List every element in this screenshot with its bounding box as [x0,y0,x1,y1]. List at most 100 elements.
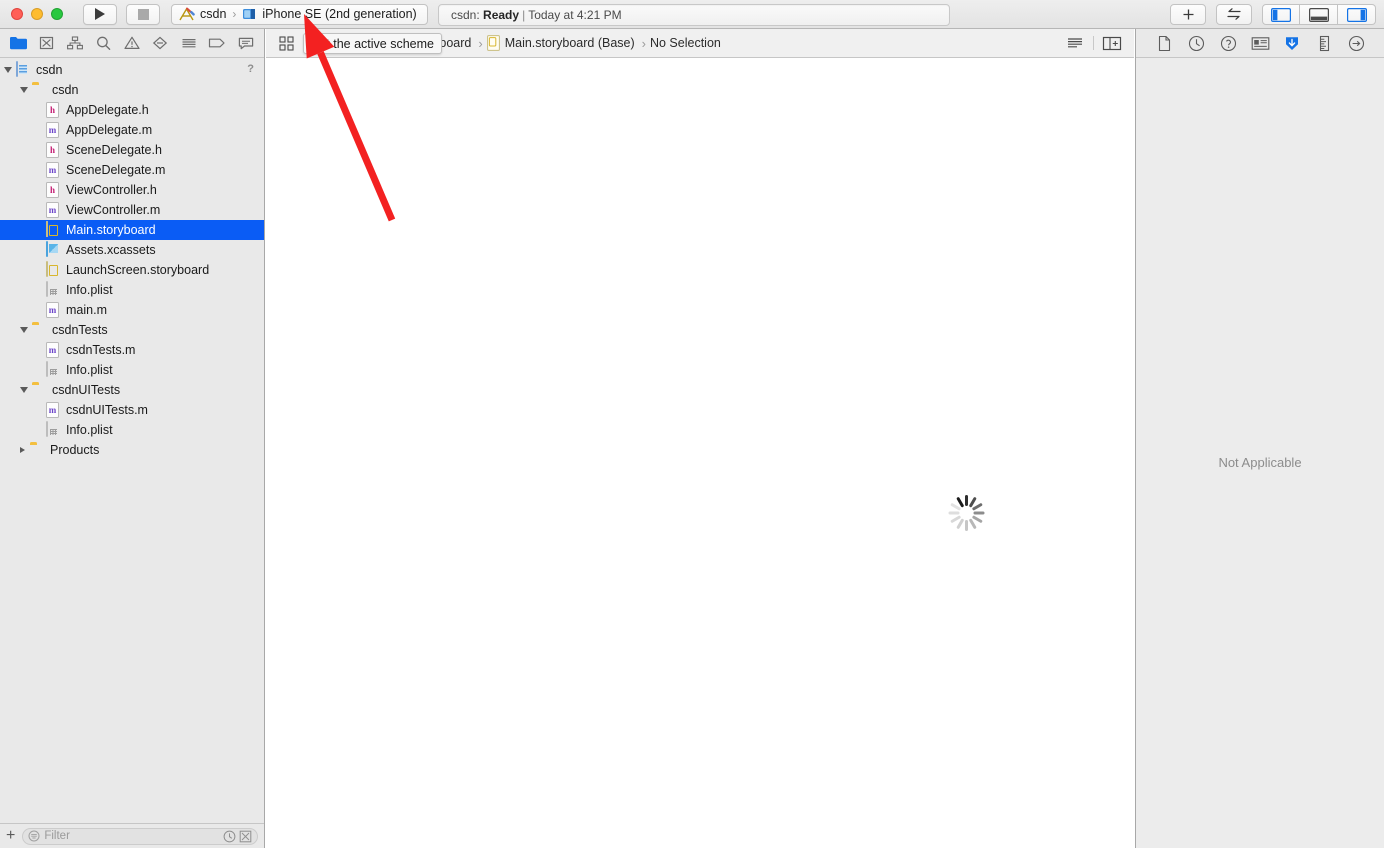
tree-row-label: ViewController.m [66,203,161,217]
run-button[interactable] [83,3,117,25]
disclosure-triangle-closed-icon[interactable] [20,447,25,453]
sidebar-tab-breakpoint-navigator[interactable] [203,31,231,55]
objc-file-icon: m [46,162,61,178]
sidebar-tab-find-navigator[interactable] [89,31,117,55]
tree-row-label: Assets.xcassets [66,243,156,257]
sidebar-tab-symbol-navigator[interactable] [61,31,89,55]
tree-row-label: Info.plist [66,423,113,437]
tree-row-label: csdnUITests.m [66,403,148,417]
storyboard-canvas[interactable] [266,58,1134,848]
tree-row[interactable]: csdn [0,80,264,100]
inspector-tab-quick-help-inspector[interactable] [1185,32,1207,54]
shield-arrow-icon [1286,36,1298,50]
stop-button[interactable] [126,3,160,25]
scheme-selector[interactable]: csdn › iPhone SE (2nd generation) [171,3,428,25]
scheme-destination: iPhone SE (2nd generation) [262,7,417,21]
zoom-button[interactable] [51,8,63,20]
tree-row-label: ViewController.h [66,183,157,197]
inspector-tab-identity-inspector[interactable] [1249,32,1271,54]
disclosure-triangle-open-icon[interactable] [4,67,12,73]
row-badge[interactable]: ? [247,63,254,75]
inspector-panel-icon [1346,7,1367,22]
xcode-window: csdn › iPhone SE (2nd generation) csdn: … [0,0,1384,848]
inspector-tab-file-inspector[interactable] [1153,32,1175,54]
navigator-filter-bar: + Filter [0,823,264,848]
tree-row[interactable]: m SceneDelegate.m [0,160,264,180]
inspector-tab-size-inspector[interactable] [1313,32,1335,54]
tree-row[interactable]: csdnUITests [0,380,264,400]
disclosure-triangle-open-icon[interactable] [20,87,28,93]
disclosure-triangle-open-icon[interactable] [20,327,28,333]
add-file-button[interactable]: + [6,828,15,844]
file-icon [1158,35,1170,51]
tree-row[interactable]: csdn? [0,60,264,80]
tree-row[interactable]: Info.plist [0,420,264,440]
tree-row[interactable]: csdnTests [0,320,264,340]
related-items-button[interactable] [274,35,298,51]
breadcrumb-item[interactable]: No Selection [650,36,721,50]
tree-row[interactable]: m main.m [0,300,264,320]
filter-input[interactable]: Filter [22,827,258,845]
tree-row[interactable]: h AppDelegate.h [0,100,264,120]
tree-row[interactable]: Main.storyboard [0,220,264,240]
storyboard-icon [486,35,500,51]
disclosure-triangle-open-icon[interactable] [20,387,28,393]
tree-row[interactable]: Info.plist [0,280,264,300]
inspector-tab-help-inspector[interactable] [1217,32,1239,54]
toggle-inspector-button[interactable] [1338,4,1376,25]
tree-row[interactable]: m ViewController.m [0,200,264,220]
status-prefix: csdn: [451,8,480,22]
toggle-debug-area-button[interactable] [1300,4,1338,25]
add-editor-button[interactable] [1098,32,1126,54]
tree-row-label: csdn [52,83,79,97]
tree-row-label: csdnUITests [52,383,121,397]
tree-row-label: SceneDelegate.h [66,143,162,157]
scheme-tooltip: Set the active scheme [303,33,442,54]
tree-row[interactable]: m csdnTests.m [0,340,264,360]
inspector-empty-state: Not Applicable [1218,455,1302,470]
inspector-tab-attributes-inspector[interactable] [1281,32,1303,54]
sidebar-tab-source-control-navigator[interactable] [32,31,60,55]
lines-icon [1068,38,1082,48]
tree-row[interactable]: h ViewController.h [0,180,264,200]
tree-row[interactable]: m AppDelegate.m [0,120,264,140]
tree-row-label: SceneDelegate.m [66,163,166,177]
activity-status-bar[interactable]: csdn: Ready | Today at 4:21 PM [438,4,950,26]
spinner-spoke [964,520,968,531]
library-swap-button[interactable] [1216,4,1252,25]
breadcrumb-separator: › [478,35,483,51]
inspector-tab-connections-inspector[interactable] [1345,32,1367,54]
swap-arrows-icon [1227,8,1241,20]
minimize-button[interactable] [31,8,43,20]
tree-row-label: Info.plist [66,283,113,297]
sidebar-tab-test-navigator[interactable] [146,31,174,55]
add-button[interactable] [1170,4,1206,25]
sidebar-tab-issue-navigator[interactable] [118,31,146,55]
tree-row[interactable]: Products [0,440,264,460]
sidebar-tab-report-navigator[interactable] [232,31,260,55]
hierarchy-icon [67,36,84,50]
tree-row[interactable]: h SceneDelegate.h [0,140,264,160]
window-toolbar: csdn › iPhone SE (2nd generation) csdn: … [0,0,1384,29]
folder-icon [30,442,45,458]
storyboard-icon [46,261,61,278]
sidebar-tab-debug-navigator[interactable] [175,31,203,55]
breadcrumb-item[interactable]: Main.storyboard (Base) [486,35,635,51]
status-time: Today at 4:21 PM [528,8,622,22]
clock-icon[interactable] [223,830,236,843]
grid-icon [278,35,294,51]
toggle-navigator-button[interactable] [1262,4,1300,25]
tree-row-label: csdn [36,63,63,77]
tree-row[interactable]: m csdnUITests.m [0,400,264,420]
tree-row[interactable]: Info.plist [0,360,264,380]
speech-bubble-icon [238,37,253,50]
source-control-filter-icon[interactable] [239,830,252,843]
project-file-tree[interactable]: csdn? csdn h AppDelegate.h m AppDelegate.m h Sc… [0,58,264,823]
standard-editor-button[interactable] [1061,32,1089,54]
navigator-panel-icon [1271,7,1291,22]
tree-row[interactable]: LaunchScreen.storyboard [0,260,264,280]
sidebar-tab-project-navigator[interactable] [4,31,32,55]
tree-row[interactable]: Assets.xcassets [0,240,264,260]
warning-triangle-icon [124,36,140,49]
close-button[interactable] [11,8,23,20]
